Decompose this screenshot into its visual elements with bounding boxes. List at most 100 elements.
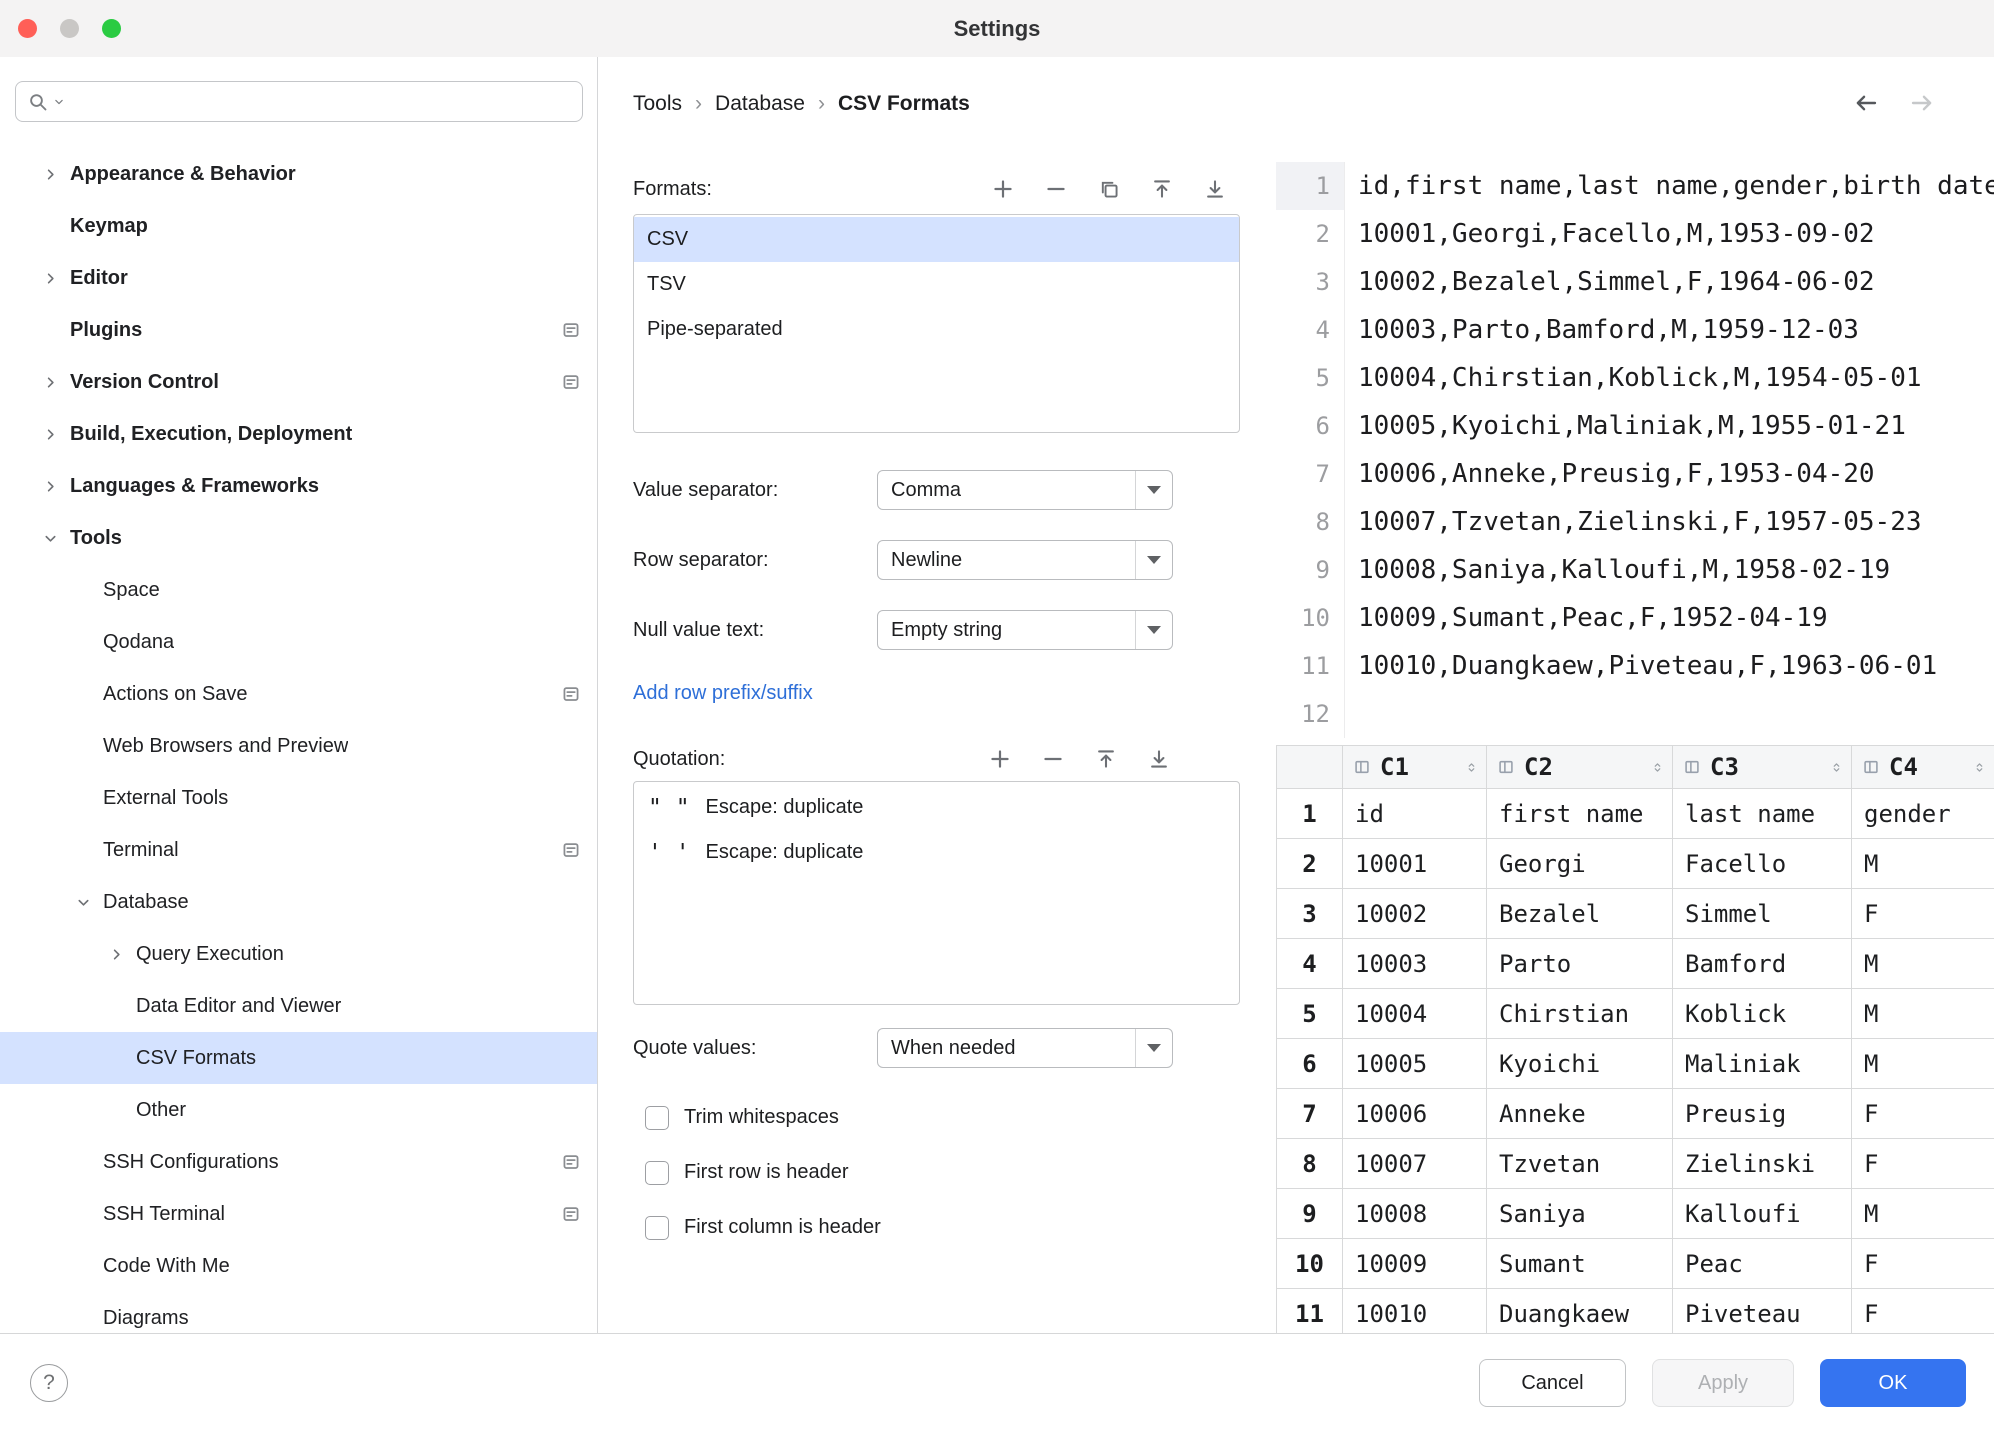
sidebar-item-web-browsers-and-preview[interactable]: Web Browsers and Preview	[0, 720, 597, 772]
editor-line[interactable]: 310002,Bezalel,Simmel,F,1964-06-02	[1276, 258, 1994, 306]
table-cell[interactable]: Simmel	[1673, 889, 1852, 939]
table-cell[interactable]: F	[1852, 1139, 1994, 1189]
chevron-right-icon[interactable]	[96, 928, 136, 980]
table-cell[interactable]: Tzvetan	[1487, 1139, 1673, 1189]
row-number[interactable]: 11	[1277, 1289, 1343, 1334]
checkbox-row-first-row-is-header[interactable]: First row is header	[645, 1145, 881, 1200]
table-cell[interactable]: F	[1852, 1239, 1994, 1289]
checkbox[interactable]	[645, 1106, 669, 1130]
sidebar-item-tools[interactable]: Tools	[0, 512, 597, 564]
sidebar-item-languages-frameworks[interactable]: Languages & Frameworks	[0, 460, 597, 512]
quote-values-select[interactable]: When needed	[877, 1028, 1173, 1068]
table-cell[interactable]: 10004	[1343, 989, 1487, 1039]
table-cell[interactable]: Chirstian	[1487, 989, 1673, 1039]
move-down-button arrow-down-to-line-icon[interactable]	[1148, 748, 1170, 770]
table-cell[interactable]: M	[1852, 989, 1994, 1039]
add-format-button plus-icon[interactable]	[992, 178, 1014, 200]
add-row-prefix-suffix-link[interactable]: Add row prefix/suffix	[633, 682, 813, 705]
format-item-tsv[interactable]: TSV	[634, 262, 1239, 307]
sidebar-item-keymap[interactable]: Keymap	[0, 200, 597, 252]
chevron-down-icon[interactable]	[1135, 611, 1172, 649]
quotation-item[interactable]: " "Escape: duplicate	[634, 785, 1239, 830]
chevron-down-icon[interactable]	[1135, 541, 1172, 579]
ok-button[interactable]: OK	[1820, 1359, 1966, 1407]
table-cell[interactable]: M	[1852, 1039, 1994, 1089]
chevron-right-icon[interactable]	[30, 356, 70, 408]
table-cell[interactable]: Anneke	[1487, 1089, 1673, 1139]
quotation-item[interactable]: ' 'Escape: duplicate	[634, 830, 1239, 875]
checkbox-row-first-column-is-header[interactable]: First column is header	[645, 1200, 881, 1255]
export-format-button arrow-up-from-line-icon[interactable]	[1151, 178, 1173, 200]
sidebar-item-version-control[interactable]: Version Control	[0, 356, 597, 408]
table-cell[interactable]: Facello	[1673, 839, 1852, 889]
editor-line[interactable]: 510004,Chirstian,Koblick,M,1954-05-01	[1276, 354, 1994, 402]
table-cell[interactable]: Bamford	[1673, 939, 1852, 989]
help-button[interactable]: ?	[30, 1364, 68, 1402]
null-value-text-select[interactable]: Empty string	[877, 610, 1173, 650]
csv-preview-editor[interactable]: 1id,first name,last name,gender,birth da…	[1276, 162, 1994, 740]
table-cell[interactable]: 10007	[1343, 1139, 1487, 1189]
chevron-right-icon[interactable]	[30, 148, 70, 200]
chevron-down-icon[interactable]	[63, 876, 103, 928]
settings-search-field[interactable]	[15, 81, 583, 122]
table-cell[interactable]: 10001	[1343, 839, 1487, 889]
value-separator-select[interactable]: Comma	[877, 470, 1173, 510]
sort-icon[interactable]	[1973, 761, 1986, 774]
table-cell[interactable]: 10010	[1343, 1289, 1487, 1334]
table-cell[interactable]: first name	[1487, 789, 1673, 839]
table-cell[interactable]: gender	[1852, 789, 1994, 839]
table-cell[interactable]: Kalloufi	[1673, 1189, 1852, 1239]
table-cell[interactable]: F	[1852, 1089, 1994, 1139]
table-cell[interactable]: F	[1852, 889, 1994, 939]
table-cell[interactable]: Duangkaew	[1487, 1289, 1673, 1334]
editor-line[interactable]: 1110010,Duangkaew,Piveteau,F,1963-06-01	[1276, 642, 1994, 690]
row-number[interactable]: 9	[1277, 1189, 1343, 1239]
sidebar-item-database[interactable]: Database	[0, 876, 597, 928]
forward-arrow-icon[interactable]	[1909, 90, 1935, 116]
sidebar-item-appearance-behavior[interactable]: Appearance & Behavior	[0, 148, 597, 200]
column-header-c4[interactable]: C4	[1852, 746, 1994, 789]
checkbox-row-trim-whitespaces[interactable]: Trim whitespaces	[645, 1090, 881, 1145]
table-cell[interactable]: M	[1852, 839, 1994, 889]
table-cell[interactable]: Sumant	[1487, 1239, 1673, 1289]
chevron-right-icon[interactable]	[30, 460, 70, 512]
chevron-right-icon[interactable]	[30, 252, 70, 304]
table-cell[interactable]: id	[1343, 789, 1487, 839]
search-input[interactable]	[70, 82, 572, 121]
table-cell[interactable]: M	[1852, 1189, 1994, 1239]
chevron-down-icon[interactable]	[1135, 471, 1172, 509]
sidebar-item-external-tools[interactable]: External Tools	[0, 772, 597, 824]
sidebar-item-actions-on-save[interactable]: Actions on Save	[0, 668, 597, 720]
table-cell[interactable]: 10002	[1343, 889, 1487, 939]
sidebar-item-data-editor-and-viewer[interactable]: Data Editor and Viewer	[0, 980, 597, 1032]
editor-line[interactable]: 810007,Tzvetan,Zielinski,F,1957-05-23	[1276, 498, 1994, 546]
table-cell[interactable]: Bezalel	[1487, 889, 1673, 939]
chevron-down-icon[interactable]	[1135, 1029, 1172, 1067]
row-number[interactable]: 2	[1277, 839, 1343, 889]
table-cell[interactable]: Maliniak	[1673, 1039, 1852, 1089]
row-number[interactable]: 3	[1277, 889, 1343, 939]
chevron-down-icon[interactable]	[30, 512, 70, 564]
sidebar-item-ssh-terminal[interactable]: SSH Terminal	[0, 1188, 597, 1240]
table-cell[interactable]: Zielinski	[1673, 1139, 1852, 1189]
sidebar-item-terminal[interactable]: Terminal	[0, 824, 597, 876]
row-number[interactable]: 4	[1277, 939, 1343, 989]
sidebar-item-editor[interactable]: Editor	[0, 252, 597, 304]
sidebar-item-qodana[interactable]: Qodana	[0, 616, 597, 668]
sidebar-item-space[interactable]: Space	[0, 564, 597, 616]
row-number[interactable]: 5	[1277, 989, 1343, 1039]
checkbox[interactable]	[645, 1161, 669, 1185]
sort-icon[interactable]	[1465, 761, 1478, 774]
column-header-c2[interactable]: C2	[1487, 746, 1673, 789]
move-up-button arrow-up-from-line-icon[interactable]	[1095, 748, 1117, 770]
sidebar-item-csv-formats[interactable]: CSV Formats	[0, 1032, 597, 1084]
table-cell[interactable]: M	[1852, 939, 1994, 989]
editor-line[interactable]: 710006,Anneke,Preusig,F,1953-04-20	[1276, 450, 1994, 498]
import-format-button arrow-down-to-line-icon[interactable]	[1204, 178, 1226, 200]
editor-line[interactable]: 1010009,Sumant,Peac,F,1952-04-19	[1276, 594, 1994, 642]
column-header-c1[interactable]: C1	[1343, 746, 1487, 789]
editor-line[interactable]: 910008,Saniya,Kalloufi,M,1958-02-19	[1276, 546, 1994, 594]
table-cell[interactable]: Peac	[1673, 1239, 1852, 1289]
back-arrow-icon[interactable]	[1853, 90, 1879, 116]
duplicate-format-button copy-icon[interactable]	[1098, 178, 1120, 200]
